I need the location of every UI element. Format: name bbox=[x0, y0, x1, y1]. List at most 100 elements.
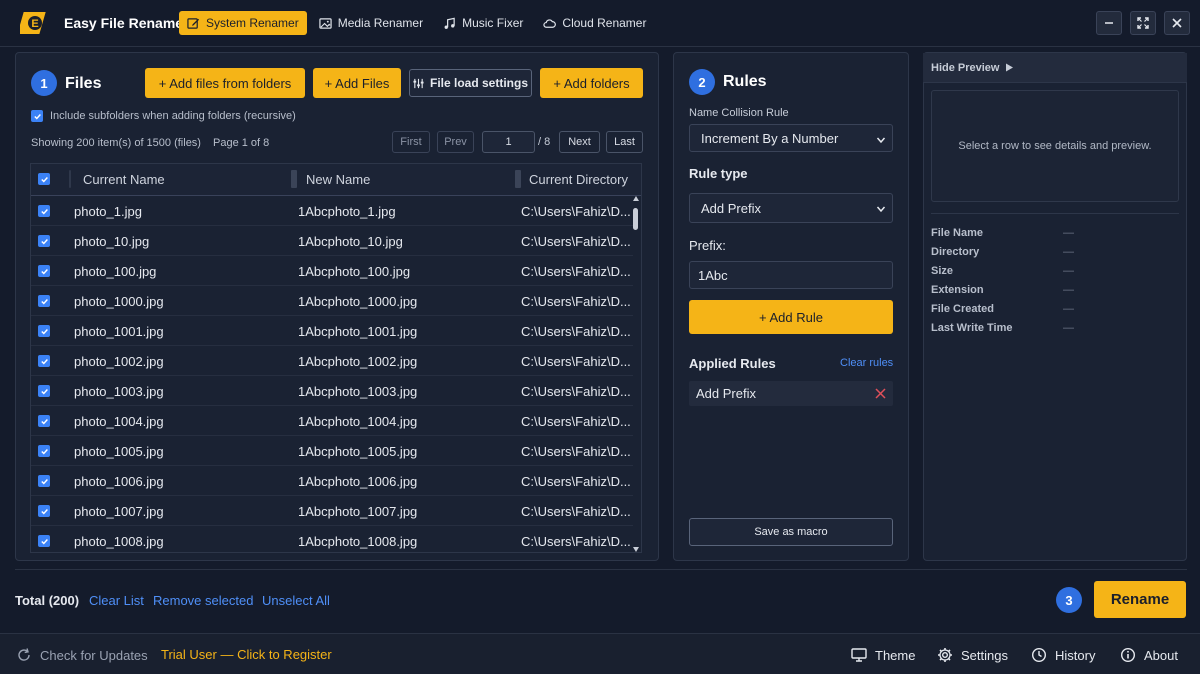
save-as-macro-button[interactable]: Save as macro bbox=[689, 518, 893, 546]
clear-rules-link[interactable]: Clear rules bbox=[840, 357, 893, 369]
tab-music-fixer[interactable]: Music Fixer bbox=[435, 11, 531, 35]
expand-icon bbox=[1137, 17, 1149, 29]
row-checkbox[interactable] bbox=[38, 325, 50, 337]
table-row[interactable]: photo_10.jpg 1Abcphoto_10.jpg C:\Users\Fah… bbox=[31, 226, 633, 256]
minimize-button[interactable] bbox=[1096, 11, 1122, 35]
app-logo-icon: E bbox=[20, 12, 46, 34]
prefix-input[interactable]: 1Abc bbox=[689, 261, 893, 289]
clear-list-link[interactable]: Clear List bbox=[89, 593, 144, 608]
include-subfolders-option: Include subfolders when adding folders (… bbox=[31, 110, 296, 122]
tab-system-renamer[interactable]: System Renamer bbox=[179, 11, 307, 35]
row-checkbox[interactable] bbox=[38, 205, 50, 217]
row-checkbox[interactable] bbox=[38, 535, 50, 547]
column-current-name[interactable]: Current Name bbox=[83, 172, 165, 187]
maximize-button[interactable] bbox=[1130, 11, 1156, 35]
detail-label: File Name bbox=[931, 227, 983, 239]
table-row[interactable]: photo_1006.jpg 1Abcphoto_1006.jpg C:\Users… bbox=[31, 466, 633, 496]
column-separator[interactable] bbox=[291, 170, 297, 188]
divider bbox=[15, 569, 1187, 570]
prev-page-button[interactable]: Prev bbox=[437, 131, 474, 153]
row-checkbox[interactable] bbox=[38, 355, 50, 367]
detail-value: — bbox=[1063, 303, 1074, 315]
column-current-directory[interactable]: Current Directory bbox=[529, 172, 628, 187]
rules-title: Rules bbox=[723, 73, 767, 90]
include-subfolders-checkbox[interactable] bbox=[31, 110, 43, 122]
column-new-name[interactable]: New Name bbox=[306, 172, 370, 187]
table-row[interactable]: photo_100.jpg 1Abcphoto_100.jpg C:\Users\F… bbox=[31, 256, 633, 286]
table-row[interactable]: photo_1003.jpg 1Abcphoto_1003.jpg C:\Users… bbox=[31, 376, 633, 406]
next-page-button[interactable]: Next bbox=[559, 131, 600, 153]
check-icon bbox=[40, 418, 48, 425]
collision-rule-select[interactable]: Increment By a Number bbox=[689, 124, 893, 152]
current-name-cell: photo_1007.jpg bbox=[74, 504, 164, 519]
music-icon bbox=[444, 17, 455, 29]
rule-type-select[interactable]: Add Prefix bbox=[689, 193, 893, 223]
new-name-cell: 1Abcphoto_1002.jpg bbox=[298, 354, 418, 369]
row-checkbox[interactable] bbox=[38, 235, 50, 247]
detail-value: — bbox=[1063, 322, 1074, 334]
monitor-icon bbox=[851, 648, 867, 662]
remove-rule-icon[interactable] bbox=[875, 388, 886, 399]
current-name-cell: photo_1.jpg bbox=[74, 204, 142, 219]
page-indicator: Page 1 of 8 bbox=[213, 137, 270, 149]
row-checkbox[interactable] bbox=[38, 265, 50, 277]
unselect-all-link[interactable]: Unselect All bbox=[262, 593, 330, 608]
row-checkbox[interactable] bbox=[38, 415, 50, 427]
row-checkbox[interactable] bbox=[38, 475, 50, 487]
tab-media-renamer[interactable]: Media Renamer bbox=[311, 11, 431, 35]
table-row[interactable]: photo_1005.jpg 1Abcphoto_1005.jpg C:\Users… bbox=[31, 436, 633, 466]
scroll-up-icon[interactable] bbox=[633, 196, 639, 201]
applied-rule-item[interactable]: Add Prefix bbox=[689, 381, 893, 406]
table-row[interactable]: photo_1000.jpg 1Abcphoto_1000.jpg C:\Users… bbox=[31, 286, 633, 316]
row-checkbox[interactable] bbox=[38, 505, 50, 517]
check-icon bbox=[40, 508, 48, 515]
theme-button[interactable]: Theme bbox=[851, 647, 915, 663]
select-all-checkbox[interactable] bbox=[38, 173, 50, 185]
table-row[interactable]: photo_1004.jpg 1Abcphoto_1004.jpg C:\Users… bbox=[31, 406, 633, 436]
scrollbar-thumb[interactable] bbox=[633, 208, 638, 230]
row-checkbox[interactable] bbox=[38, 385, 50, 397]
check-updates-button[interactable]: Check for Updates bbox=[16, 647, 148, 663]
cloud-icon bbox=[543, 18, 557, 28]
current-directory-cell: C:\Users\Fahiz\D... bbox=[521, 204, 631, 219]
remove-selected-link[interactable]: Remove selected bbox=[153, 593, 253, 608]
about-button[interactable]: About bbox=[1120, 647, 1178, 663]
tab-label: Music Fixer bbox=[462, 16, 524, 30]
history-button[interactable]: History bbox=[1031, 647, 1095, 663]
add-folders-button[interactable]: + Add folders bbox=[540, 68, 643, 98]
table-row[interactable]: photo_1001.jpg 1Abcphoto_1001.jpg C:\Users… bbox=[31, 316, 633, 346]
info-icon bbox=[1120, 647, 1136, 663]
collision-rule-label: Name Collision Rule bbox=[689, 107, 789, 119]
column-separator[interactable] bbox=[515, 170, 521, 188]
tab-cloud-renamer[interactable]: Cloud Renamer bbox=[535, 11, 654, 35]
table-row[interactable]: photo_1008.jpg 1Abcphoto_1008.jpg C:\Users… bbox=[31, 526, 633, 552]
last-page-button[interactable]: Last bbox=[606, 131, 643, 153]
trial-register-link[interactable]: Trial User — Click to Register bbox=[161, 647, 332, 662]
page-number-input[interactable]: 1 bbox=[482, 131, 535, 153]
row-checkbox[interactable] bbox=[38, 295, 50, 307]
hide-preview-toggle[interactable]: Hide Preview bbox=[923, 53, 1187, 83]
check-icon bbox=[40, 176, 48, 183]
gear-icon bbox=[938, 648, 952, 662]
table-row[interactable]: photo_1002.jpg 1Abcphoto_1002.jpg C:\Users… bbox=[31, 346, 633, 376]
first-page-button[interactable]: First bbox=[392, 131, 430, 153]
settings-button[interactable]: Settings bbox=[937, 647, 1008, 663]
page-total: / 8 bbox=[538, 136, 551, 148]
rename-button[interactable]: Rename bbox=[1094, 581, 1186, 618]
current-name-cell: photo_1000.jpg bbox=[74, 294, 164, 309]
scroll-down-icon[interactable] bbox=[633, 547, 639, 552]
row-checkbox[interactable] bbox=[38, 445, 50, 457]
hide-preview-label: Hide Preview bbox=[931, 61, 1000, 74]
close-button[interactable] bbox=[1164, 11, 1190, 35]
table-row[interactable]: photo_1.jpg 1Abcphoto_1.jpg C:\Users\Fahiz… bbox=[31, 196, 633, 226]
current-directory-cell: C:\Users\Fahiz\D... bbox=[521, 324, 631, 339]
step-badge-1: 1 bbox=[31, 70, 57, 96]
svg-text:E: E bbox=[31, 18, 38, 30]
add-files-button[interactable]: + Add Files bbox=[313, 68, 401, 98]
add-rule-button[interactable]: + Add Rule bbox=[689, 300, 893, 334]
table-row[interactable]: photo_1007.jpg 1Abcphoto_1007.jpg C:\Users… bbox=[31, 496, 633, 526]
file-load-settings-button[interactable]: File load settings bbox=[409, 69, 532, 97]
table-scrollbar[interactable] bbox=[633, 196, 639, 552]
add-files-from-folders-button[interactable]: + Add files from folders bbox=[145, 68, 305, 98]
image-icon bbox=[319, 17, 332, 29]
